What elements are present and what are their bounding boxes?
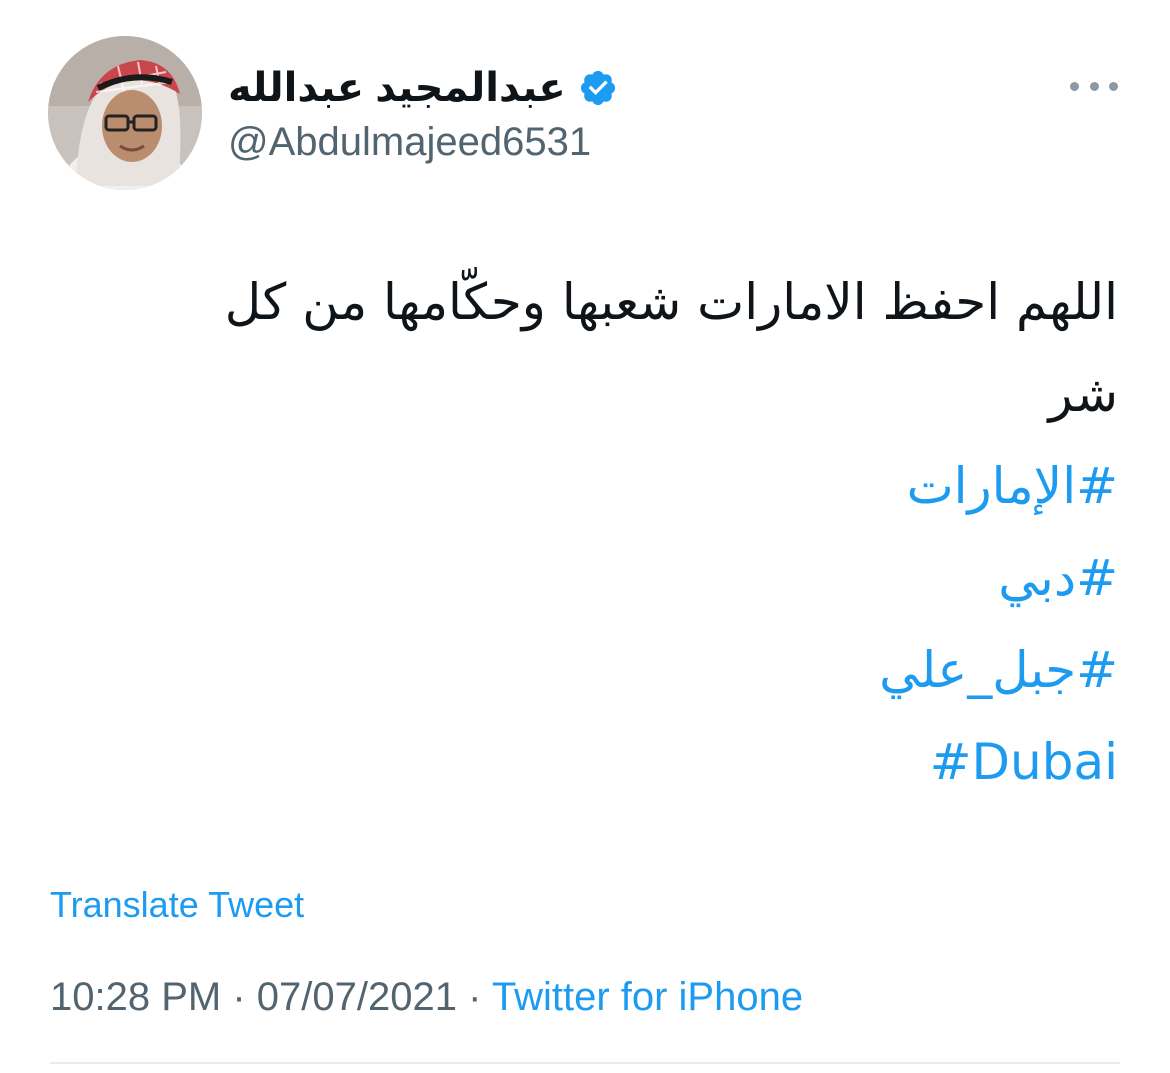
tweet-text: اللهم احفظ الامارات شعبها وحكّامها من كل… [108, 256, 1118, 808]
avatar[interactable] [48, 36, 202, 190]
translate-tweet-link[interactable]: Translate Tweet [50, 884, 304, 926]
tweet-text-line: اللهم احفظ الامارات شعبها وحكّامها من كل [224, 273, 1118, 331]
tweet-meta: 10:28 PM · 07/07/2021 · Twitter for iPho… [50, 975, 803, 1020]
divider [50, 1062, 1120, 1064]
hashtag-link[interactable]: #Dubai [108, 716, 1118, 808]
tweet-source-link[interactable]: Twitter for iPhone [492, 975, 803, 1019]
tweet-time[interactable]: 10:28 PM [50, 975, 221, 1019]
tweet-date[interactable]: 07/07/2021 [257, 975, 457, 1019]
hashtag-link[interactable]: #دبي [108, 532, 1118, 624]
more-dot [1089, 81, 1099, 91]
profile-photo [48, 36, 202, 190]
verified-badge-icon [580, 70, 615, 106]
author-name-row[interactable]: عبدالمجيد عبدالله [228, 60, 618, 116]
author-handle[interactable]: @Abdulmajeed6531 [228, 118, 591, 166]
meta-separator: · [232, 975, 246, 1019]
more-options-icon[interactable] [1070, 74, 1118, 98]
display-name[interactable]: عبدالمجيد عبدالله [228, 68, 566, 108]
more-dot [1070, 81, 1079, 91]
more-dot [1109, 81, 1118, 91]
meta-separator: · [468, 975, 482, 1019]
tweet-text-line: شر [1048, 365, 1118, 423]
hashtag-link[interactable]: #جبل_علي [108, 624, 1118, 716]
hashtag-link[interactable]: #الإمارات [108, 440, 1118, 532]
